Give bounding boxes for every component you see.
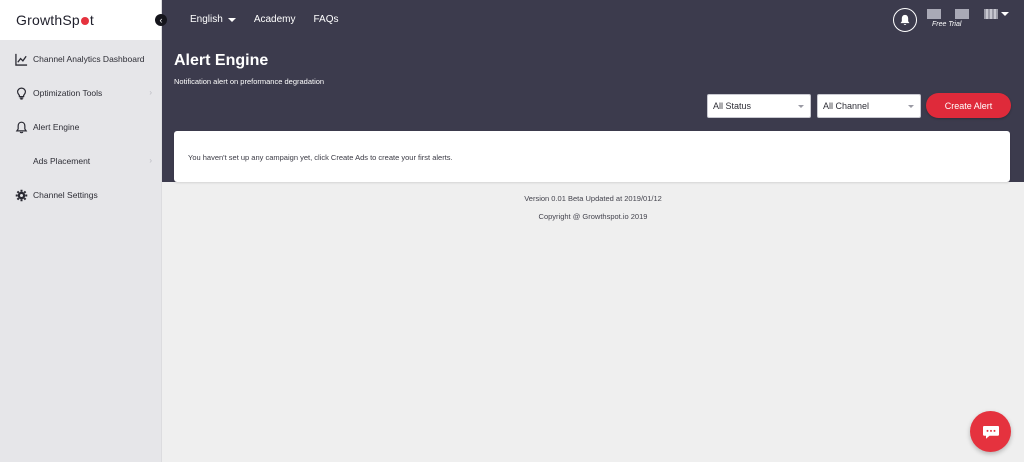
account-avatar[interactable] [927, 9, 941, 19]
sidebar-item-channel-analytics[interactable]: Channel Analytics Dashboard [0, 42, 161, 76]
version-text: Version 0.01 Beta Updated at 2019/01/12 [524, 194, 662, 203]
bell-icon [14, 120, 28, 134]
sidebar-item-alert-engine[interactable]: Alert Engine [0, 110, 161, 144]
status-filter-select[interactable]: All Status [707, 94, 811, 118]
sidebar-item-ads-placement[interactable]: Ads Placement › [0, 144, 161, 178]
account-name[interactable] [955, 9, 969, 19]
bell-icon [900, 14, 910, 25]
page-title: Alert Engine [174, 52, 269, 69]
alerts-card: You haven't set up any campaign yet, cli… [174, 131, 1010, 182]
chat-button[interactable] [970, 411, 1011, 452]
chevron-right-icon: › [149, 88, 152, 97]
page-subtitle: Notification alert on preformance degrad… [174, 77, 325, 86]
gear-icon [14, 188, 28, 202]
chat-icon [982, 425, 999, 439]
chevron-right-icon: › [149, 156, 152, 165]
create-alert-button[interactable]: Create Alert [926, 93, 1011, 118]
sidebar-item-label: Channel Settings [33, 190, 98, 200]
chevron-down-icon [908, 105, 914, 108]
chevron-down-icon [798, 105, 804, 108]
top-nav: English Academy FAQs [190, 14, 339, 25]
logo[interactable]: GrowthSp t [16, 12, 94, 28]
sidebar-nav: Channel Analytics Dashboard Optimization… [0, 40, 161, 212]
user-avatar[interactable] [984, 9, 998, 19]
chevron-down-icon [227, 17, 236, 22]
language-dropdown[interactable]: English [190, 14, 236, 25]
sidebar-item-label: Ads Placement [33, 156, 91, 166]
empty-state-message: You haven't set up any campaign yet, cli… [188, 153, 453, 162]
channel-filter-select[interactable]: All Channel [817, 94, 921, 118]
copyright-text: Copyright @ Growthspot.io 2019 [538, 212, 648, 221]
chevron-down-icon[interactable] [1001, 12, 1009, 16]
plan-badge: Free Trial [932, 21, 962, 28]
notifications-button[interactable] [893, 8, 917, 32]
academy-link[interactable]: Academy [254, 14, 296, 25]
sidebar-item-label: Channel Analytics Dashboard [33, 54, 145, 64]
logo-bar: GrowthSp t ‹ [0, 0, 167, 40]
faqs-link[interactable]: FAQs [314, 14, 339, 25]
collapse-sidebar-icon[interactable]: ‹ [155, 14, 167, 26]
lightbulb-icon [14, 86, 28, 100]
chart-icon [14, 52, 28, 66]
sidebar-item-label: Optimization Tools [33, 88, 103, 98]
sidebar-item-channel-settings[interactable]: Channel Settings [0, 178, 161, 212]
logo-dot-icon [80, 16, 89, 25]
sidebar-item-optimization-tools[interactable]: Optimization Tools › [0, 76, 161, 110]
sidebar-item-label: Alert Engine [33, 122, 80, 132]
sidebar: GrowthSp t ‹ Channel Analytics Dashboard … [0, 0, 167, 462]
